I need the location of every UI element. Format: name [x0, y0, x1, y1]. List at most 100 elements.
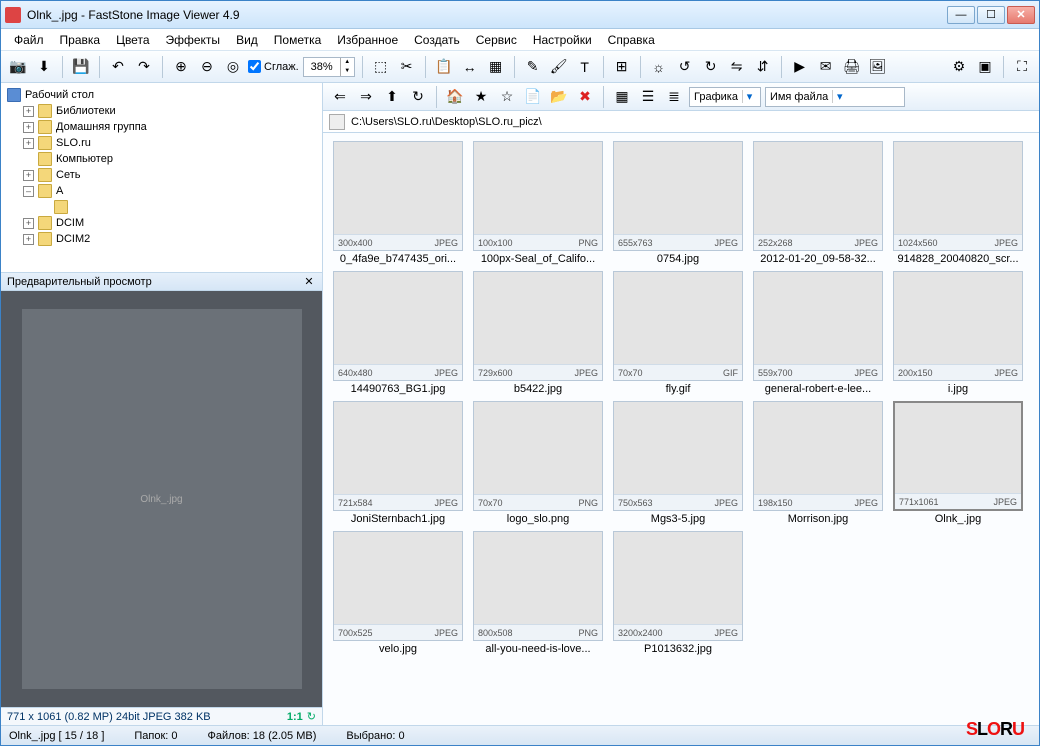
minimize-button[interactable]: — — [947, 6, 975, 24]
menu-help[interactable]: Справка — [601, 31, 662, 49]
zoom-input[interactable]: ▲▼ — [303, 57, 355, 77]
paint-icon[interactable]: 🖌 — [548, 56, 570, 78]
thumbnail[interactable]: 300x400JPEG0_4fa9e_b747435_ori... — [333, 141, 463, 265]
tree-item[interactable]: +SLO.ru — [3, 135, 320, 151]
menu-edit[interactable]: Правка — [53, 31, 108, 49]
rotate-right-icon[interactable]: ↻ — [700, 56, 722, 78]
tree-item[interactable] — [3, 199, 320, 215]
settings-icon[interactable]: ⚙ — [948, 56, 970, 78]
home-icon[interactable]: 🏠 — [444, 86, 466, 108]
thumbnail[interactable]: 100x100PNG100px-Seal_of_Califo... — [473, 141, 603, 265]
wallpaper-icon[interactable]: 🖼 — [867, 56, 889, 78]
sort-select[interactable]: Имя файла▾ — [765, 87, 905, 107]
thumbnail[interactable]: 721x584JPEGJoniSternbach1.jpg — [333, 401, 463, 525]
redo-icon[interactable]: ↷ — [133, 56, 155, 78]
menu-tools[interactable]: Сервис — [469, 31, 524, 49]
forward-icon[interactable]: ⇒ — [355, 86, 377, 108]
menu-tag[interactable]: Пометка — [267, 31, 329, 49]
clipboard-icon[interactable]: 📋 — [433, 56, 455, 78]
rotate-left-icon[interactable]: ↺ — [674, 56, 696, 78]
menu-colors[interactable]: Цвета — [109, 31, 156, 49]
thumbnail[interactable]: 640x480JPEG14490763_BG1.jpg — [333, 271, 463, 395]
maximize-button[interactable]: ☐ — [977, 6, 1005, 24]
move-icon[interactable]: 📂 — [548, 86, 570, 108]
thumbnail[interactable]: 200x150JPEGi.jpg — [893, 271, 1023, 395]
fav1-icon[interactable]: ★ — [470, 86, 492, 108]
tree-item[interactable]: +Домашняя группа — [3, 119, 320, 135]
thumbnail[interactable]: 729x600JPEGb5422.jpg — [473, 271, 603, 395]
adjust-icon[interactable]: ☼ — [648, 56, 670, 78]
zoom-in-icon[interactable]: ⊕ — [170, 56, 192, 78]
tree-item[interactable]: +DCIM — [3, 215, 320, 231]
refresh-icon[interactable]: ↻ — [407, 86, 429, 108]
menu-create[interactable]: Создать — [407, 31, 467, 49]
thumbnail[interactable]: 559x700JPEGgeneral-robert-e-lee... — [753, 271, 883, 395]
thumbnail[interactable]: 198x150JPEGMorrison.jpg — [753, 401, 883, 525]
thumbnail[interactable]: 70x70GIFfly.gif — [613, 271, 743, 395]
menu-file[interactable]: Файл — [7, 31, 51, 49]
text-icon[interactable]: T — [574, 56, 596, 78]
thumbnail[interactable]: 70x70PNGlogo_slo.png — [473, 401, 603, 525]
acquire-icon[interactable]: 📷 — [7, 56, 29, 78]
menu-view[interactable]: Вид — [229, 31, 265, 49]
flip-h-icon[interactable]: ⇋ — [726, 56, 748, 78]
email-icon[interactable]: ✉ — [815, 56, 837, 78]
undo-icon[interactable]: ↶ — [107, 56, 129, 78]
back-icon[interactable]: ⇐ — [329, 86, 351, 108]
flip-v-icon[interactable]: ⇵ — [752, 56, 774, 78]
zoom-down-icon[interactable]: ▼ — [340, 67, 354, 76]
slideshow-icon[interactable]: ▶ — [789, 56, 811, 78]
preview-area[interactable]: Olnk_.jpg — [1, 291, 322, 707]
fav2-icon[interactable]: ☆ — [496, 86, 518, 108]
thumbnail[interactable]: 700x525JPEGvelo.jpg — [333, 531, 463, 655]
filter-select[interactable]: Графика▾ — [689, 87, 761, 107]
thumbnail[interactable]: 800x508PNGall-you-need-is-love... — [473, 531, 603, 655]
thumbnail-grid[interactable]: 300x400JPEG0_4fa9e_b747435_ori...100x100… — [323, 133, 1039, 725]
resize-icon[interactable]: ↔ — [459, 56, 481, 78]
app-icon — [5, 7, 21, 23]
delete-icon[interactable]: ✖ — [574, 86, 596, 108]
thumbnail[interactable]: 1024x560JPEG914828_20040820_scr... — [893, 141, 1023, 265]
tree-item[interactable]: +Сеть — [3, 167, 320, 183]
compare-icon[interactable]: ⊞ — [611, 56, 633, 78]
menu-settings[interactable]: Настройки — [526, 31, 599, 49]
view-detail-icon[interactable]: ≣ — [663, 86, 685, 108]
close-button[interactable]: ✕ — [1007, 6, 1035, 24]
sync-icon[interactable]: ↻ — [307, 710, 316, 723]
close-preview-icon[interactable]: ✕ — [302, 275, 316, 289]
thumbnail[interactable]: 655x763JPEG0754.jpg — [613, 141, 743, 265]
tree-item[interactable]: –A — [3, 183, 320, 199]
save-icon[interactable]: 💾 — [70, 56, 92, 78]
smoothing-checkbox[interactable]: Сглаж. — [248, 60, 299, 73]
view-list-icon[interactable]: ☰ — [637, 86, 659, 108]
zoom-up-icon[interactable]: ▲ — [340, 58, 354, 67]
thumbnail[interactable]: 750x563JPEGMgs3-5.jpg — [613, 401, 743, 525]
select-icon[interactable]: ⬚ — [370, 56, 392, 78]
crop-icon[interactable]: ✂ — [396, 56, 418, 78]
zoom-actual-icon[interactable]: ◎ — [222, 56, 244, 78]
tree-item[interactable]: Компьютер — [3, 151, 320, 167]
print-icon[interactable]: 🖨 — [841, 56, 863, 78]
fullscreen-icon[interactable]: ⛶ — [1011, 56, 1033, 78]
menu-favorites[interactable]: Избранное — [330, 31, 405, 49]
preview-info: 771 x 1061 (0.82 MP) 24bit JPEG 382 KB 1… — [1, 707, 322, 725]
thumbnail[interactable]: 3200x2400JPEGP1013632.jpg — [613, 531, 743, 655]
canvas-icon[interactable]: ▦ — [485, 56, 507, 78]
thumb-filename: logo_slo.png — [473, 513, 603, 525]
skin-icon[interactable]: ▣ — [974, 56, 996, 78]
tree-root[interactable]: Рабочий стол — [3, 87, 320, 103]
copy-icon[interactable]: 📄 — [522, 86, 544, 108]
tree-item[interactable]: +Библиотеки — [3, 103, 320, 119]
up-icon[interactable]: ⬆ — [381, 86, 403, 108]
thumbnail[interactable]: 252x268JPEG2012-01-20_09-58-32... — [753, 141, 883, 265]
zoom-out-icon[interactable]: ⊖ — [196, 56, 218, 78]
draw-icon[interactable]: ✎ — [522, 56, 544, 78]
thumbnail[interactable]: 771x1061JPEGOlnk_.jpg — [893, 401, 1023, 525]
menu-effects[interactable]: Эффекты — [159, 31, 228, 49]
view-thumbs-icon[interactable]: ▦ — [611, 86, 633, 108]
titlebar[interactable]: Olnk_.jpg - FastStone Image Viewer 4.9 —… — [1, 1, 1039, 29]
download-icon[interactable]: ⬇ — [33, 56, 55, 78]
folder-tree[interactable]: Рабочий стол +Библиотеки+Домашняя группа… — [1, 83, 322, 273]
path-text[interactable]: C:\Users\SLO.ru\Desktop\SLO.ru_picz\ — [351, 116, 1033, 128]
tree-item[interactable]: +DCIM2 — [3, 231, 320, 247]
